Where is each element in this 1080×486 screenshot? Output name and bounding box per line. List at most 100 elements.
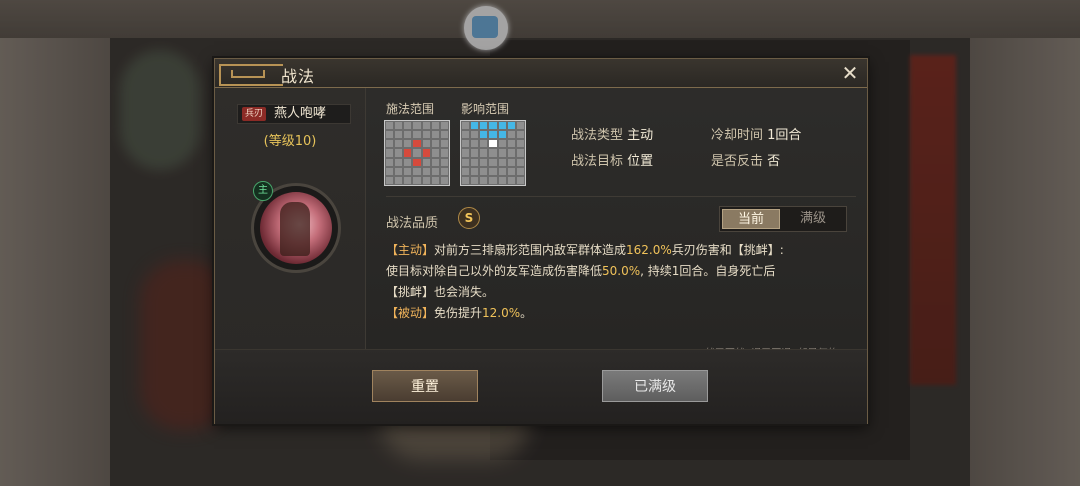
grid-cell	[385, 175, 395, 185]
grid-cell	[421, 148, 431, 158]
damage-immunity-rate: 12.0%	[482, 306, 521, 320]
grid-cell	[488, 148, 498, 158]
grid-cell	[421, 175, 431, 185]
grid-cell	[515, 130, 525, 140]
toggle-max[interactable]: 满级	[784, 209, 842, 229]
reset-button[interactable]: 重置	[372, 370, 478, 402]
grid-cell	[394, 148, 404, 158]
quality-grade-badge: S	[458, 207, 480, 229]
detail-panel: 施法范围 影响范围 战法类型 主动 冷却时间 1回合 战法目标 位置 是否反击 …	[366, 88, 867, 359]
tactic-image	[260, 192, 332, 264]
grid-cell	[439, 175, 449, 185]
desc-text: 。	[520, 306, 533, 320]
grid-cell	[412, 166, 422, 176]
grid-cell	[403, 139, 413, 149]
grid-cell	[439, 139, 449, 149]
grid-cell	[461, 130, 471, 140]
grid-cell	[497, 166, 507, 176]
grid-cell	[394, 139, 404, 149]
grid-cell	[430, 166, 440, 176]
grid-cell	[439, 166, 449, 176]
desc-text: 使目标对除自己以外的友军造成伤害降低	[386, 264, 603, 278]
tactic-level: (等级10)	[263, 134, 317, 149]
grid-cell	[470, 121, 480, 131]
close-icon[interactable]: ✕	[839, 62, 861, 84]
grid-cell	[506, 148, 516, 158]
grid-cell	[461, 121, 471, 131]
grid-cell	[470, 148, 480, 158]
maxed-button[interactable]: 已满级	[602, 370, 708, 402]
grid-cell	[515, 157, 525, 167]
grid-cell	[470, 130, 480, 140]
grid-cell	[403, 166, 413, 176]
cooldown-label: 冷却时间	[711, 128, 764, 143]
cast-range-label: 施法范围	[386, 102, 435, 116]
tactic-type-value: 主动	[627, 128, 654, 143]
grid-cell	[385, 157, 395, 167]
effect-range-grid	[460, 120, 526, 186]
active-tag: 【主动】	[386, 243, 435, 257]
grid-cell	[385, 130, 395, 140]
grid-cell	[394, 130, 404, 140]
grid-cell	[430, 130, 440, 140]
grid-cell	[394, 166, 404, 176]
cooldown-row: 冷却时间 1回合	[711, 124, 801, 143]
grid-cell	[515, 175, 525, 185]
tactic-type-label: 战法类型	[571, 128, 624, 143]
damage-reduction-rate: 50.0%	[602, 264, 641, 278]
grid-cell	[497, 121, 507, 131]
grid-cell	[439, 130, 449, 140]
grid-cell	[385, 121, 395, 131]
grid-cell	[421, 139, 431, 149]
tactic-target-row: 战法目标 位置	[571, 150, 653, 169]
dialog-title: 战法	[281, 67, 316, 86]
grid-cell	[488, 121, 498, 131]
grid-cell	[461, 148, 471, 158]
grid-cell	[421, 166, 431, 176]
grid-cell	[412, 157, 422, 167]
grid-cell	[412, 139, 422, 149]
grid-cell	[430, 148, 440, 158]
toggle-current[interactable]: 当前	[722, 209, 780, 229]
grid-cell	[506, 139, 516, 149]
desc-text: , 持续1回合。自身死亡后	[640, 264, 776, 278]
grid-cell	[421, 130, 431, 140]
grid-cell	[488, 166, 498, 176]
grid-cell	[430, 157, 440, 167]
passive-tag: 【被动】	[386, 306, 435, 320]
counter-value: 否	[767, 154, 781, 169]
grid-cell	[403, 157, 413, 167]
grid-cell	[497, 157, 507, 167]
grid-cell	[479, 121, 489, 131]
desc-text: 兵刃伤害和【挑衅】:	[671, 243, 784, 257]
grid-cell	[421, 121, 431, 131]
grid-cell	[403, 175, 413, 185]
grid-cell	[497, 130, 507, 140]
grid-cell	[506, 157, 516, 167]
desc-text: 【挑衅】也会消失。	[386, 285, 495, 299]
counter-row: 是否反击 否	[711, 150, 780, 169]
grid-cell	[412, 148, 422, 158]
cooldown-value: 1回合	[767, 128, 802, 143]
grid-cell	[430, 175, 440, 185]
desc-text: 对前方三排扇形范围内敌军群体造成	[434, 243, 627, 257]
grid-cell	[479, 148, 489, 158]
tactic-dialog: 战法 ✕ 兵刃 燕人咆哮 (等级10) 主 施法范围 影响范围 战法类型 主动 …	[214, 58, 868, 424]
grid-cell	[506, 166, 516, 176]
active-skill-badge: 主	[253, 181, 273, 201]
counter-label: 是否反击	[711, 154, 764, 169]
grid-cell	[412, 130, 422, 140]
grid-cell	[470, 166, 480, 176]
desc-text: 免伤提升	[434, 306, 483, 320]
grid-cell	[439, 121, 449, 131]
grid-cell	[403, 121, 413, 131]
grid-cell	[412, 175, 422, 185]
grid-cell	[412, 121, 422, 131]
grid-cell	[479, 157, 489, 167]
grid-cell	[515, 121, 525, 131]
quality-label: 战法品质	[386, 216, 439, 231]
tactic-target-value: 位置	[627, 154, 654, 169]
dialog-titlebar: 战法 ✕	[215, 59, 867, 88]
grid-cell	[488, 139, 498, 149]
grid-cell	[461, 166, 471, 176]
